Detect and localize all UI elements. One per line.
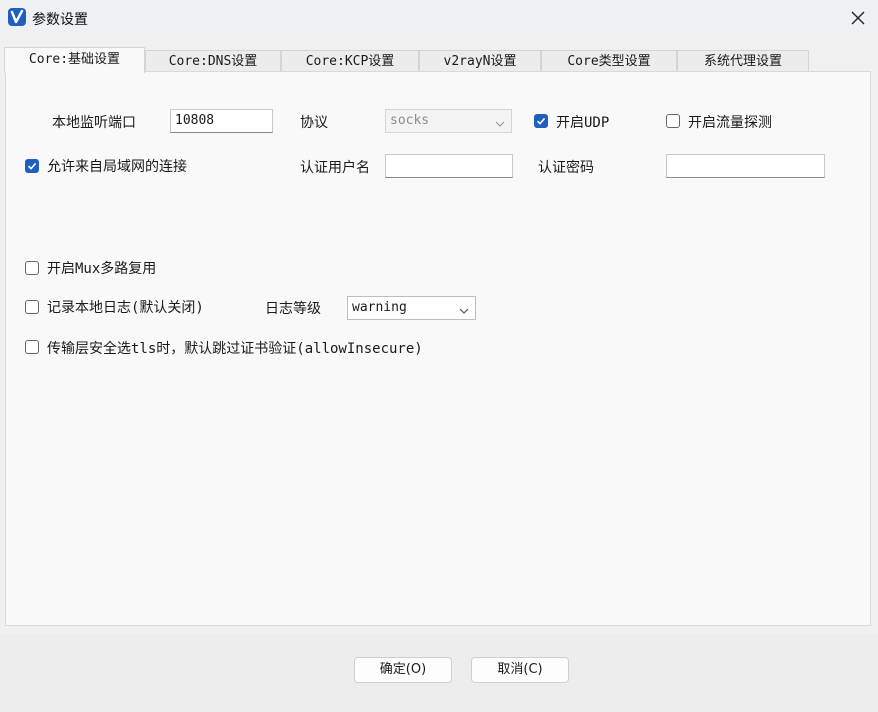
close-icon[interactable] <box>846 6 870 30</box>
log-level-label: 日志等级 <box>265 301 321 317</box>
allow-insecure-label: 传输层安全选tls时，默认跳过证书验证(allowInsecure) <box>47 341 423 357</box>
enable-sniffing-checkbox[interactable] <box>666 114 680 128</box>
tab-core-dns[interactable]: Core:DNS设置 <box>145 50 281 72</box>
mux-label: 开启Mux多路复用 <box>47 261 157 277</box>
tab-system-proxy[interactable]: 系统代理设置 <box>677 50 809 72</box>
tab-core-kcp[interactable]: Core:KCP设置 <box>281 50 419 72</box>
allow-insecure-checkbox[interactable] <box>25 340 39 354</box>
auth-pass-input[interactable] <box>666 154 825 178</box>
mux-checkbox[interactable] <box>25 261 39 275</box>
log-label: 记录本地日志(默认关闭) <box>47 300 204 316</box>
auth-user-input[interactable] <box>385 154 513 178</box>
protocol-label: 协议 <box>300 115 328 131</box>
tab-core-type[interactable]: Core类型设置 <box>541 50 677 72</box>
local-port-input[interactable]: 10808 <box>170 109 273 133</box>
log-level-select[interactable]: warning <box>347 296 476 320</box>
auth-pass-label: 认证密码 <box>538 160 594 176</box>
chevron-down-icon <box>495 115 505 127</box>
log-checkbox[interactable] <box>25 300 39 314</box>
enable-sniffing-label: 开启流量探测 <box>688 115 772 131</box>
title-bar <box>0 0 878 38</box>
local-port-label: 本地监听端口 <box>52 115 136 131</box>
tab-core-basic[interactable]: Core:基础设置 <box>4 47 145 73</box>
enable-udp-label: 开启UDP <box>556 115 610 131</box>
protocol-select-value: socks <box>390 113 430 128</box>
cancel-button[interactable]: 取消(C) <box>471 657 569 683</box>
tab-v2rayn-settings[interactable]: v2rayN设置 <box>419 50 541 72</box>
ok-button[interactable]: 确定(O) <box>354 657 452 683</box>
window-title: 参数设置 <box>32 12 88 28</box>
enable-udp-checkbox[interactable] <box>534 114 548 128</box>
protocol-select[interactable]: socks <box>385 109 512 133</box>
auth-user-label: 认证用户名 <box>300 160 370 176</box>
v2rayn-app-icon <box>8 8 26 26</box>
allow-lan-checkbox[interactable] <box>25 159 39 173</box>
chevron-down-icon <box>459 302 469 314</box>
allow-lan-label: 允许来自局域网的连接 <box>47 159 187 175</box>
log-level-select-value: warning <box>352 300 407 315</box>
